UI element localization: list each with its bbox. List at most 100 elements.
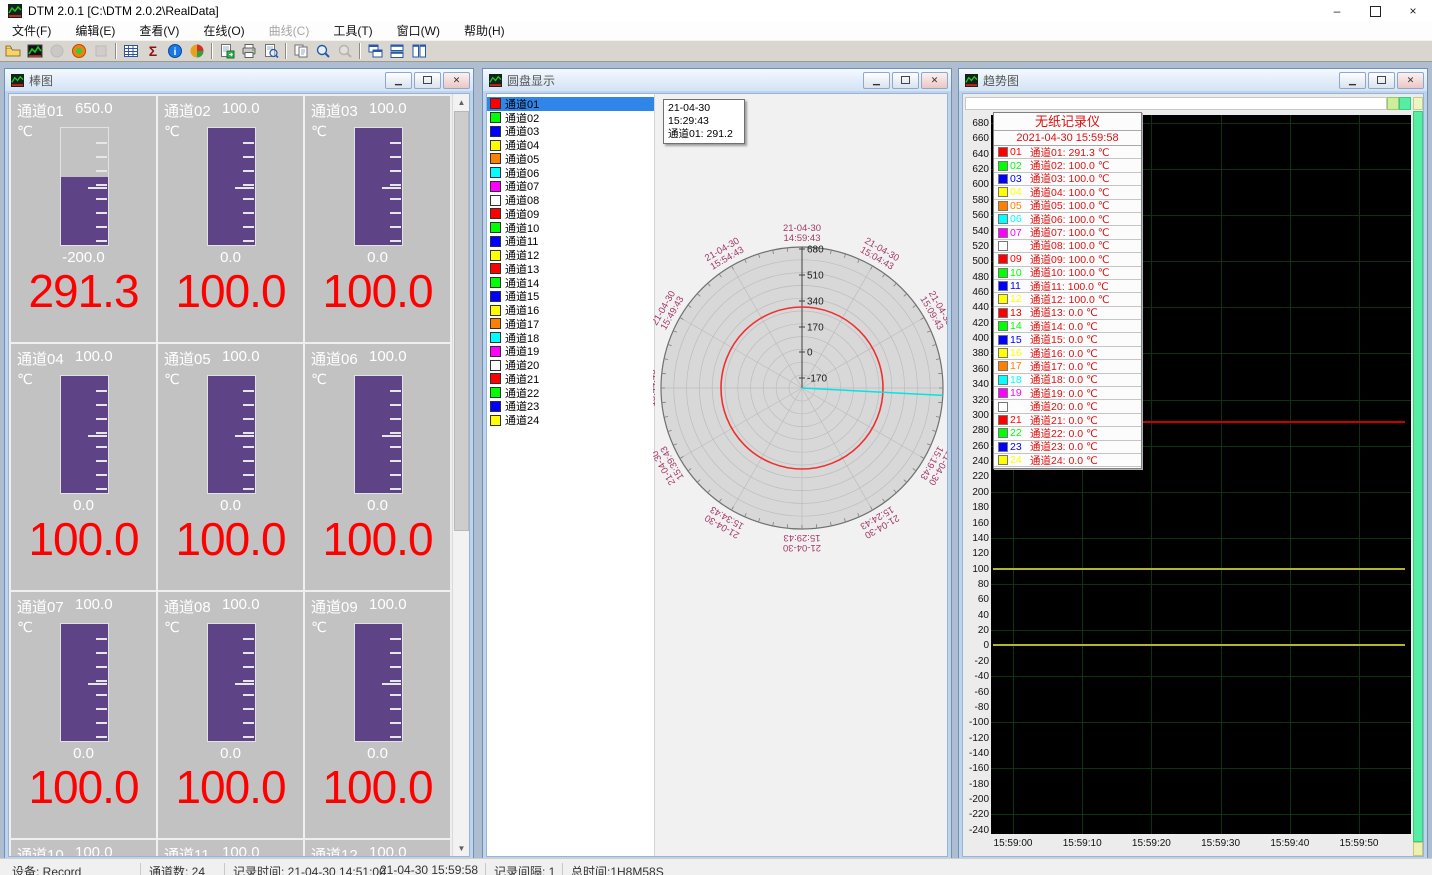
trend-vertical-scrollbar[interactable] [1413,111,1423,842]
y-tick-label: 60 [963,594,989,605]
gauge-unit: ℃ [164,371,180,388]
print-icon [241,43,257,59]
trend-series-line-3 [993,644,1405,646]
print-button[interactable] [239,41,259,61]
legend-channel-number: 15 [1010,334,1030,346]
channel-color-swatch [490,332,501,343]
legend-color-swatch [998,321,1008,331]
gauge-cell-通道02[interactable]: 通道02100.0℃0.0100.0 [158,96,303,342]
zoom-button[interactable] [313,41,333,61]
legend-channel-number: 14 [1010,320,1030,332]
gauge-cell-通道12[interactable]: 通道12100.0℃0.0100.0 [305,840,450,857]
gauge-current-value: 100.0 [305,264,450,318]
disc-maximize-button[interactable] [892,72,919,89]
scroll-down-arrow[interactable]: ▼ [453,840,470,856]
gauge-cell-通道09[interactable]: 通道09100.0℃0.0100.0 [305,592,450,838]
close-button[interactable]: × [1394,0,1432,22]
disc-minimize-button[interactable]: ▁ [863,72,890,89]
gauge-unit: ℃ [17,123,33,140]
menu-curve: 曲线(C) [257,22,322,40]
bar-vertical-scrollbar[interactable]: ▲ ▼ [452,94,469,856]
polar-chart-area[interactable]: 21-04-30 15:29:43 通道01: 291.2 6805103401… [655,94,947,856]
gauge-max-value: 100.0 [75,596,113,613]
scroll-left-box[interactable] [1387,97,1399,110]
record-button[interactable] [69,41,89,61]
y-tick-label: 340 [963,379,989,390]
menu-help[interactable]: 帮助(H) [452,22,517,40]
gauge-channel-name: 通道07 [17,596,74,617]
tile-horizontal-button[interactable] [387,41,407,61]
restore-button[interactable] [1356,0,1394,22]
gauge-max-value: 100.0 [222,100,260,117]
statusbar: 设备: Record 通道数: 24 记录时间: 21-04-30 14:51:… [0,858,1432,875]
legend-rows: 01通道01: 291.3 ℃02通道02: 100.0 ℃03通道03: 10… [994,146,1141,467]
legend-color-swatch [998,348,1008,358]
cascade-windows-button[interactable] [365,41,385,61]
menu-online[interactable]: 在线(O) [191,22,256,40]
scroll-right-box[interactable] [1399,97,1411,110]
gauge-cell-通道08[interactable]: 通道08100.0℃0.0100.0 [158,592,303,838]
status-interval: 记录间隔: 1 [485,863,555,875]
scroll-bottom-box[interactable] [1413,842,1423,856]
cascade-windows-icon [367,43,383,59]
channel-color-swatch [490,98,501,109]
menu-file[interactable]: 文件(F) [0,22,63,40]
gauge-channel-name: 通道03 [311,100,368,121]
scroll-corner-box[interactable] [1413,97,1423,110]
bar-window-titlebar[interactable]: 棒图 ▁ ✕ [5,69,473,91]
disc-window-titlebar[interactable]: 圆盘显示 ▁ ✕ [483,69,951,91]
disc-close-button[interactable]: ✕ [921,72,948,89]
gauge-current-value: 100.0 [158,760,303,814]
channel-list-item-通道24[interactable]: 通道24 [487,413,654,427]
scrollbar-thumb[interactable] [454,111,469,531]
pie-chart-button[interactable] [187,41,207,61]
export-button[interactable] [217,41,237,61]
tile-horizontal-icon [389,43,405,59]
menu-tools[interactable]: 工具(T) [321,22,384,40]
legend-color-swatch [998,308,1008,318]
gauge-unit: ℃ [311,371,327,388]
bar-minimize-button[interactable]: ▁ [385,72,412,89]
trend-maximize-button[interactable] [1368,72,1395,89]
tile-vertical-button[interactable] [409,41,429,61]
gauge-cell-通道05[interactable]: 通道05100.0℃0.0100.0 [158,344,303,590]
menu-view[interactable]: 查看(V) [127,22,191,40]
gauge-max-value: 650.0 [75,100,113,117]
menu-window[interactable]: 窗口(W) [385,22,452,40]
y-tick-label: -180 [963,779,989,790]
copy-button[interactable] [291,41,311,61]
channel-color-swatch [490,195,501,206]
trend-close-button[interactable]: ✕ [1397,72,1424,89]
open-file-button[interactable] [3,41,23,61]
trend-horizontal-scrollbar[interactable] [965,97,1387,110]
data-table-button[interactable] [121,41,141,61]
scroll-up-arrow[interactable]: ▲ [453,94,470,110]
channel-color-swatch [490,222,501,233]
channel-color-swatch [490,291,501,302]
export-icon [219,43,235,59]
gauge-cell-通道07[interactable]: 通道07100.0℃0.0100.0 [11,592,156,838]
minimize-button[interactable]: – [1318,0,1356,22]
h-gridline [991,722,1411,723]
menu-edit[interactable]: 编辑(E) [63,22,127,40]
realtime-chart-button[interactable] [25,41,45,61]
legend-channel-number: 19 [1010,387,1030,399]
legend-color-swatch [998,335,1008,345]
legend-channel-number: 21 [1010,414,1030,426]
bar-maximize-button[interactable] [414,72,441,89]
info-button[interactable]: i [165,41,185,61]
trend-window-titlebar[interactable]: 趋势图 ▁ ✕ [959,69,1427,91]
bar-close-button[interactable]: ✕ [443,72,470,89]
gauge-mid-tick [235,435,254,437]
gauge-cell-通道03[interactable]: 通道03100.0℃0.0100.0 [305,96,450,342]
gauge-cell-通道04[interactable]: 通道04100.0℃0.0100.0 [11,344,156,590]
gauge-cell-通道06[interactable]: 通道06100.0℃0.0100.0 [305,344,450,590]
y-tick-label: -240 [963,825,989,836]
print-preview-button[interactable] [261,41,281,61]
channel-color-swatch [490,277,501,288]
gauge-cell-通道01[interactable]: 通道01650.0℃-200.0291.3 [11,96,156,342]
statistics-sigma-button[interactable]: Σ [143,41,163,61]
gauge-cell-通道10[interactable]: 通道10100.0℃0.0100.0 [11,840,156,857]
trend-minimize-button[interactable]: ▁ [1339,72,1366,89]
gauge-cell-通道11[interactable]: 通道11100.0℃0.0100.0 [158,840,303,857]
